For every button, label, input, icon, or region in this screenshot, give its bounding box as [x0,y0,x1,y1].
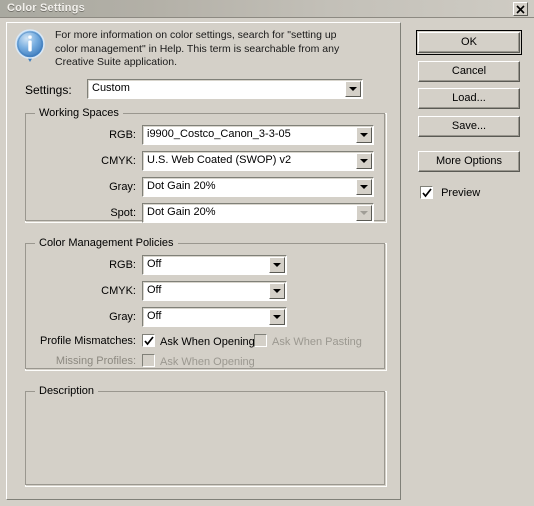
ok-button-label: OK [461,36,477,48]
help-text: For more information on color settings, … [55,29,340,69]
dialog-content-panel: For more information on color settings, … [6,22,401,500]
policies-title: Color Management Policies [35,237,178,249]
description-text [34,402,378,480]
preview-checkbox[interactable] [420,186,433,199]
cancel-button[interactable]: Cancel [418,61,520,82]
ws-spot-label: Spot: [110,207,136,219]
description-group: Description [25,385,387,487]
title-bar[interactable]: Color Settings [0,0,534,18]
description-title: Description [35,385,99,397]
ok-button[interactable]: OK [416,30,522,55]
more-options-button-label: More Options [435,155,503,167]
ws-rgb-combo[interactable]: i9900_Costco_Canon_3-3-05 [142,125,374,145]
save-button-label: Save... [451,120,487,132]
load-button[interactable]: Load... [418,88,520,109]
ws-spot-value: Dot Gain 20% [147,206,216,218]
settings-combo-value: Custom [92,82,130,94]
profile-mismatches-ask-pasting-checkbox[interactable] [254,334,267,347]
chevron-down-icon[interactable] [269,283,285,299]
ws-cmyk-value: U.S. Web Coated (SWOP) v2 [147,154,292,166]
missing-profiles-label: Missing Profiles: [55,355,136,367]
ws-rgb-value: i9900_Costco_Canon_3-3-05 [147,128,291,140]
cmp-rgb-combo[interactable]: Off [142,255,287,275]
preview-label: Preview [441,186,481,199]
cmp-gray-label: Gray: [109,311,136,323]
chevron-down-icon[interactable] [356,205,372,221]
ws-rgb-label: RGB: [109,129,136,141]
ws-cmyk-label: CMYK: [101,155,136,167]
ws-cmyk-combo[interactable]: U.S. Web Coated (SWOP) v2 [142,151,374,171]
chevron-down-icon[interactable] [269,257,285,273]
cancel-button-label: Cancel [451,65,487,77]
working-spaces-title: Working Spaces [35,107,123,119]
save-button[interactable]: Save... [418,116,520,137]
cmp-gray-combo[interactable]: Off [142,307,287,327]
profile-mismatches-ask-opening-label: Ask When Opening [160,336,255,348]
missing-profiles-ask-opening-checkbox[interactable] [142,354,155,367]
settings-combo[interactable]: Custom [87,79,363,99]
checkmark-icon [422,188,432,198]
cmp-gray-value: Off [147,310,162,322]
cmp-cmyk-value: Off [147,284,162,296]
info-balloon-icon [13,28,47,68]
missing-profiles-ask-opening-label: Ask When Opening [160,356,255,368]
profile-mismatches-ask-opening-checkbox[interactable] [142,334,155,347]
settings-row: Settings: Custom [25,79,385,101]
settings-label: Settings: [25,83,72,97]
checkmark-icon [144,336,154,346]
chevron-down-icon[interactable] [345,81,361,97]
cmp-cmyk-label: CMYK: [101,285,136,297]
cmp-rgb-value: Off [147,258,162,270]
ws-gray-value: Dot Gain 20% [147,180,216,192]
working-spaces-group: Working Spaces RGB: i9900_Costco_Canon_3… [25,107,387,223]
load-button-label: Load... [452,92,486,104]
cmp-cmyk-combo[interactable]: Off [142,281,287,301]
ws-spot-combo[interactable]: Dot Gain 20% [142,203,374,223]
close-button[interactable] [513,2,528,16]
ws-gray-label: Gray: [109,181,136,193]
profile-mismatches-ask-pasting-label: Ask When Pasting [272,336,362,348]
chevron-down-icon[interactable] [269,309,285,325]
window-title: Color Settings [7,2,85,14]
profile-mismatches-label: Profile Mismatches: [40,335,136,347]
color-settings-dialog: Color Settings For more information on c… [0,0,534,506]
color-management-policies-group: Color Management Policies RGB: Off CMYK:… [25,237,387,371]
more-options-button[interactable]: More Options [418,151,520,172]
chevron-down-icon[interactable] [356,153,372,169]
cmp-rgb-label: RGB: [109,259,136,271]
chevron-down-icon[interactable] [356,127,372,143]
ws-gray-combo[interactable]: Dot Gain 20% [142,177,374,197]
close-x-icon [516,5,525,14]
chevron-down-icon[interactable] [356,179,372,195]
preview-row: Preview [420,186,480,199]
